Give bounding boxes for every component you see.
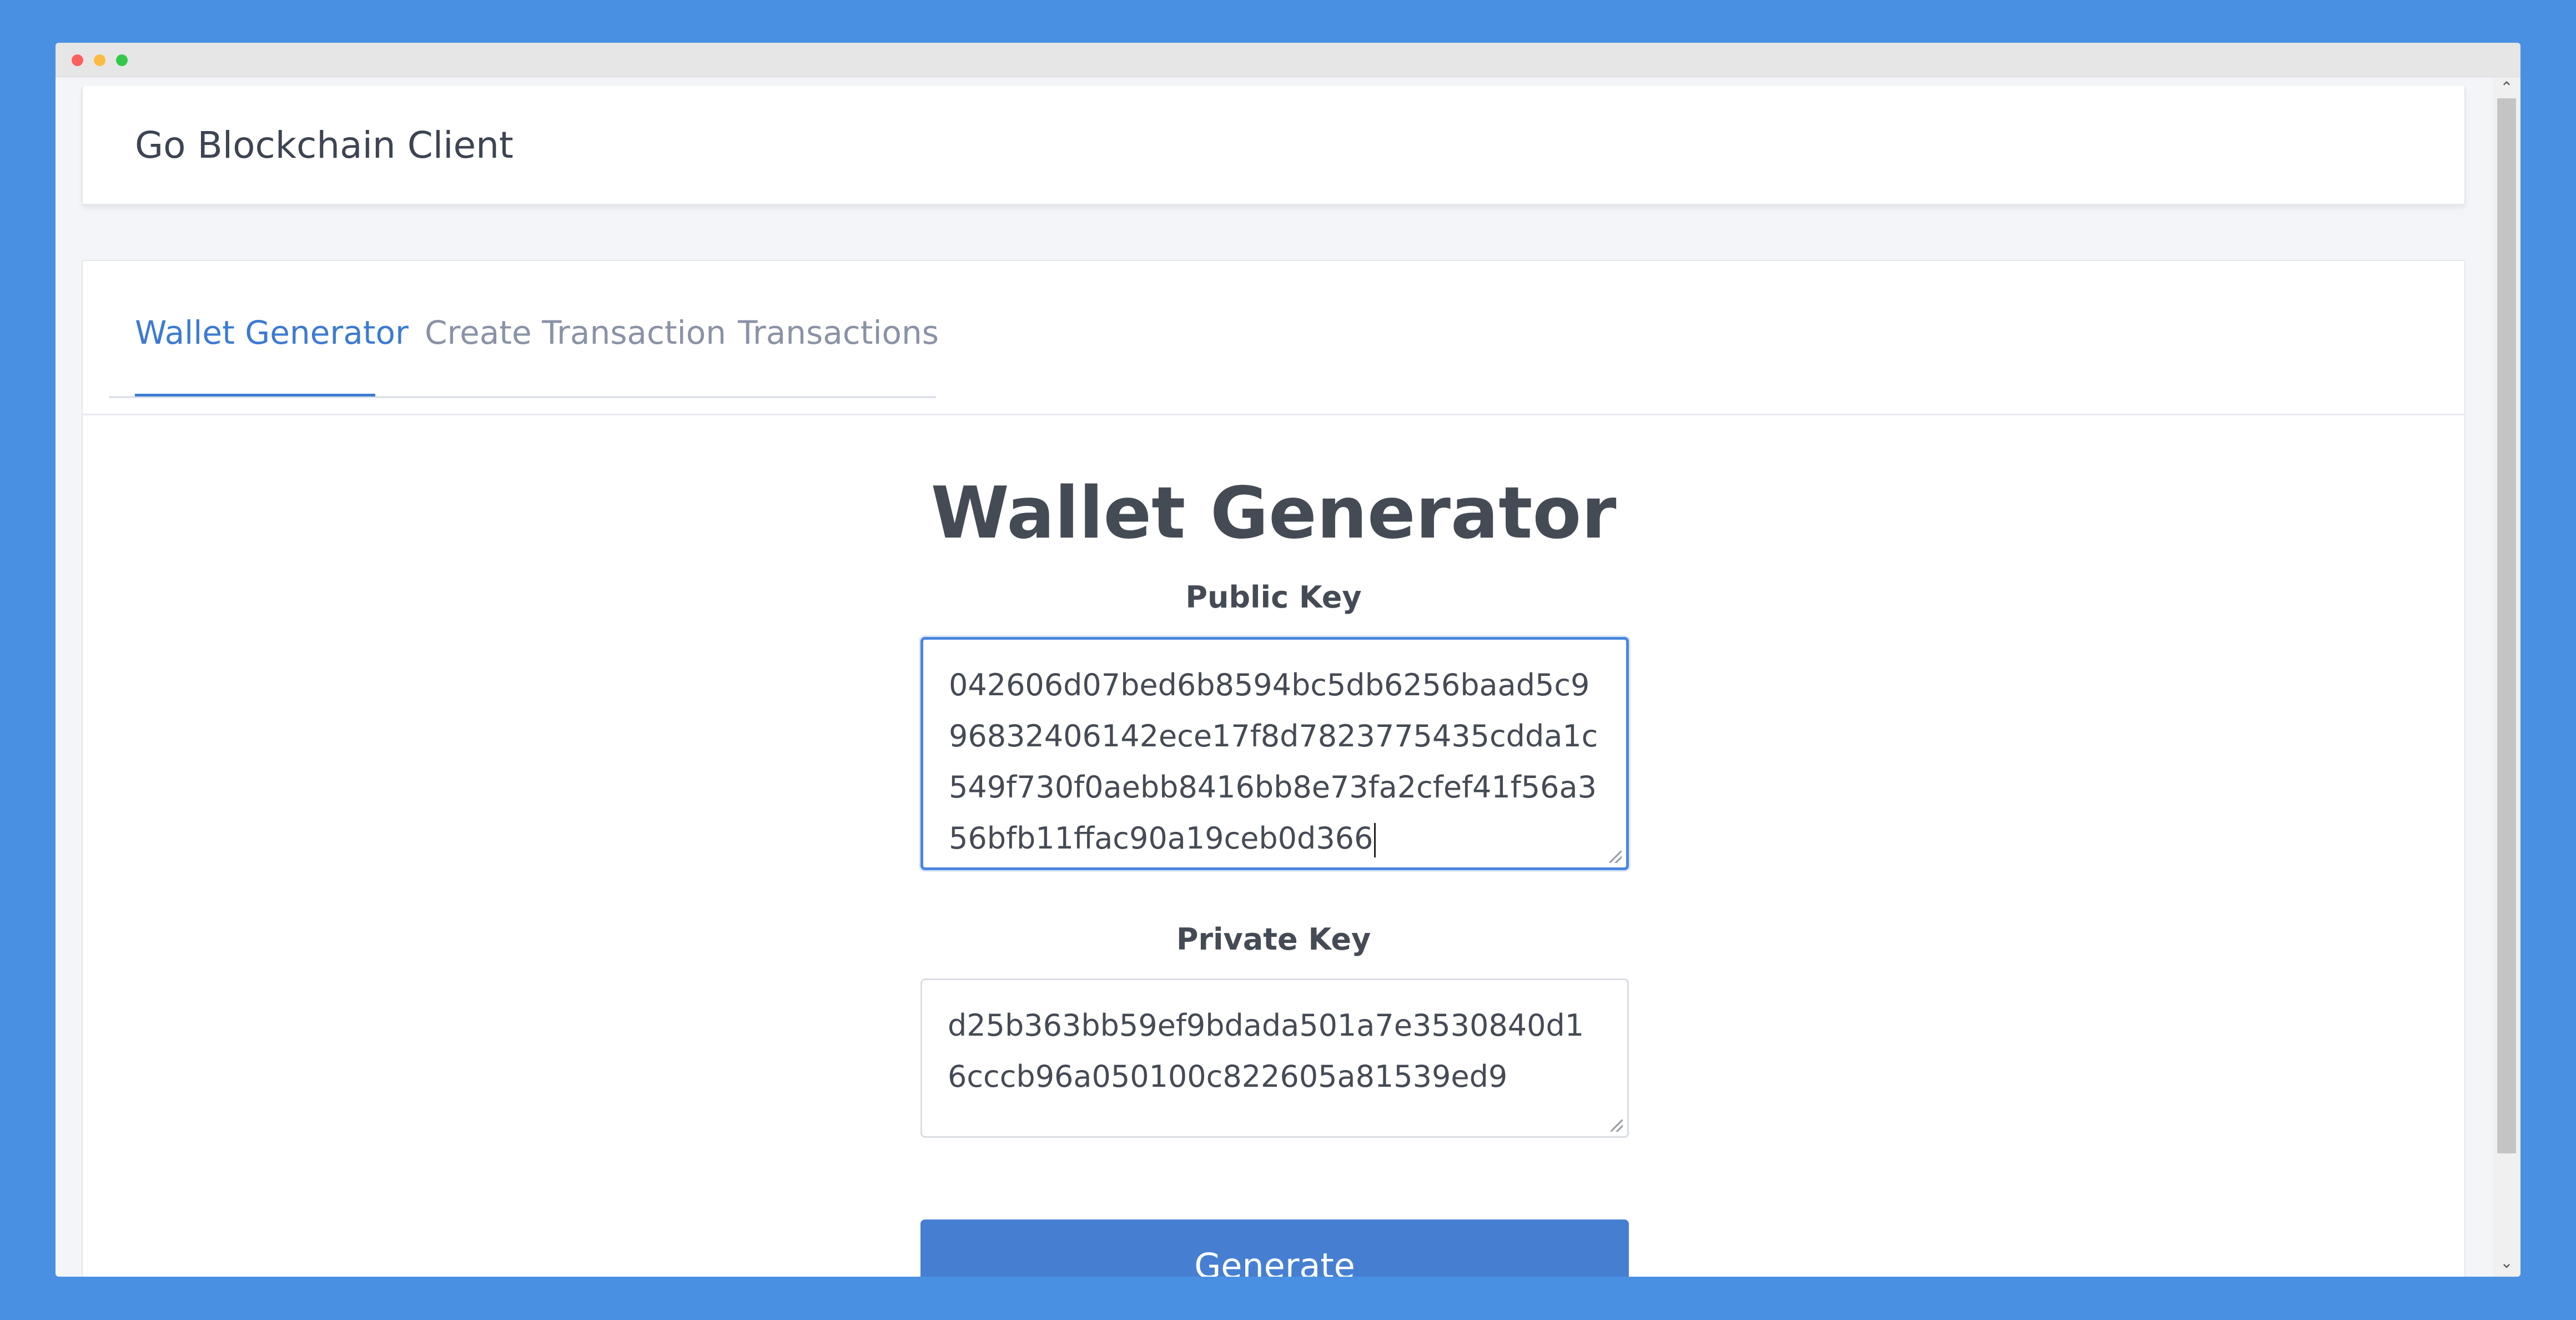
- window-titlebar: [56, 43, 2520, 77]
- tabs-header: Wallet Generator Create Transaction Tran…: [83, 261, 2464, 415]
- tab-wallet-generator[interactable]: Wallet Generator: [135, 314, 409, 352]
- page-title: Wallet Generator: [930, 472, 1617, 555]
- private-key-label: Private Key: [1176, 922, 1371, 957]
- wallet-card: Wallet Generator Create Transaction Tran…: [82, 260, 2466, 1277]
- resize-grip-icon[interactable]: [1609, 851, 1622, 863]
- text-caret: [1374, 823, 1376, 858]
- vertical-scrollbar[interactable]: ⌃ ⌄: [2493, 77, 2520, 1277]
- chevron-down-icon[interactable]: ⌄: [2493, 1254, 2520, 1271]
- tab-create-transaction[interactable]: Create Transaction: [425, 314, 726, 352]
- close-window-button[interactable]: [72, 54, 83, 66]
- public-key-textarea[interactable]: 042606d07bed6b8594bc5db6256baad5c9968324…: [920, 637, 1629, 870]
- minimize-window-button[interactable]: [94, 54, 105, 66]
- page-viewport: Go Blockchain Client Wallet Generator Cr…: [56, 77, 2493, 1277]
- browser-window: Go Blockchain Client Wallet Generator Cr…: [56, 43, 2520, 1277]
- private-key-text: d25b363bb59ef9bdada501a7e3530840d16cccb9…: [948, 1008, 1584, 1094]
- private-key-textarea[interactable]: d25b363bb59ef9bdada501a7e3530840d16cccb9…: [920, 978, 1629, 1138]
- active-tab-indicator: [135, 394, 375, 396]
- scrollbar-thumb[interactable]: [2497, 98, 2516, 1153]
- generate-button[interactable]: Generate: [920, 1219, 1629, 1277]
- maximize-window-button[interactable]: [116, 54, 128, 66]
- brand-title[interactable]: Go Blockchain Client: [135, 86, 514, 205]
- public-key-text: 042606d07bed6b8594bc5db6256baad5c9968324…: [949, 667, 1598, 856]
- navbar: Go Blockchain Client: [82, 86, 2466, 205]
- resize-grip-icon[interactable]: [1611, 1120, 1623, 1132]
- public-key-label: Public Key: [1185, 580, 1362, 615]
- tab-transactions[interactable]: Transactions: [738, 314, 939, 352]
- chevron-up-icon[interactable]: ⌃: [2493, 79, 2520, 96]
